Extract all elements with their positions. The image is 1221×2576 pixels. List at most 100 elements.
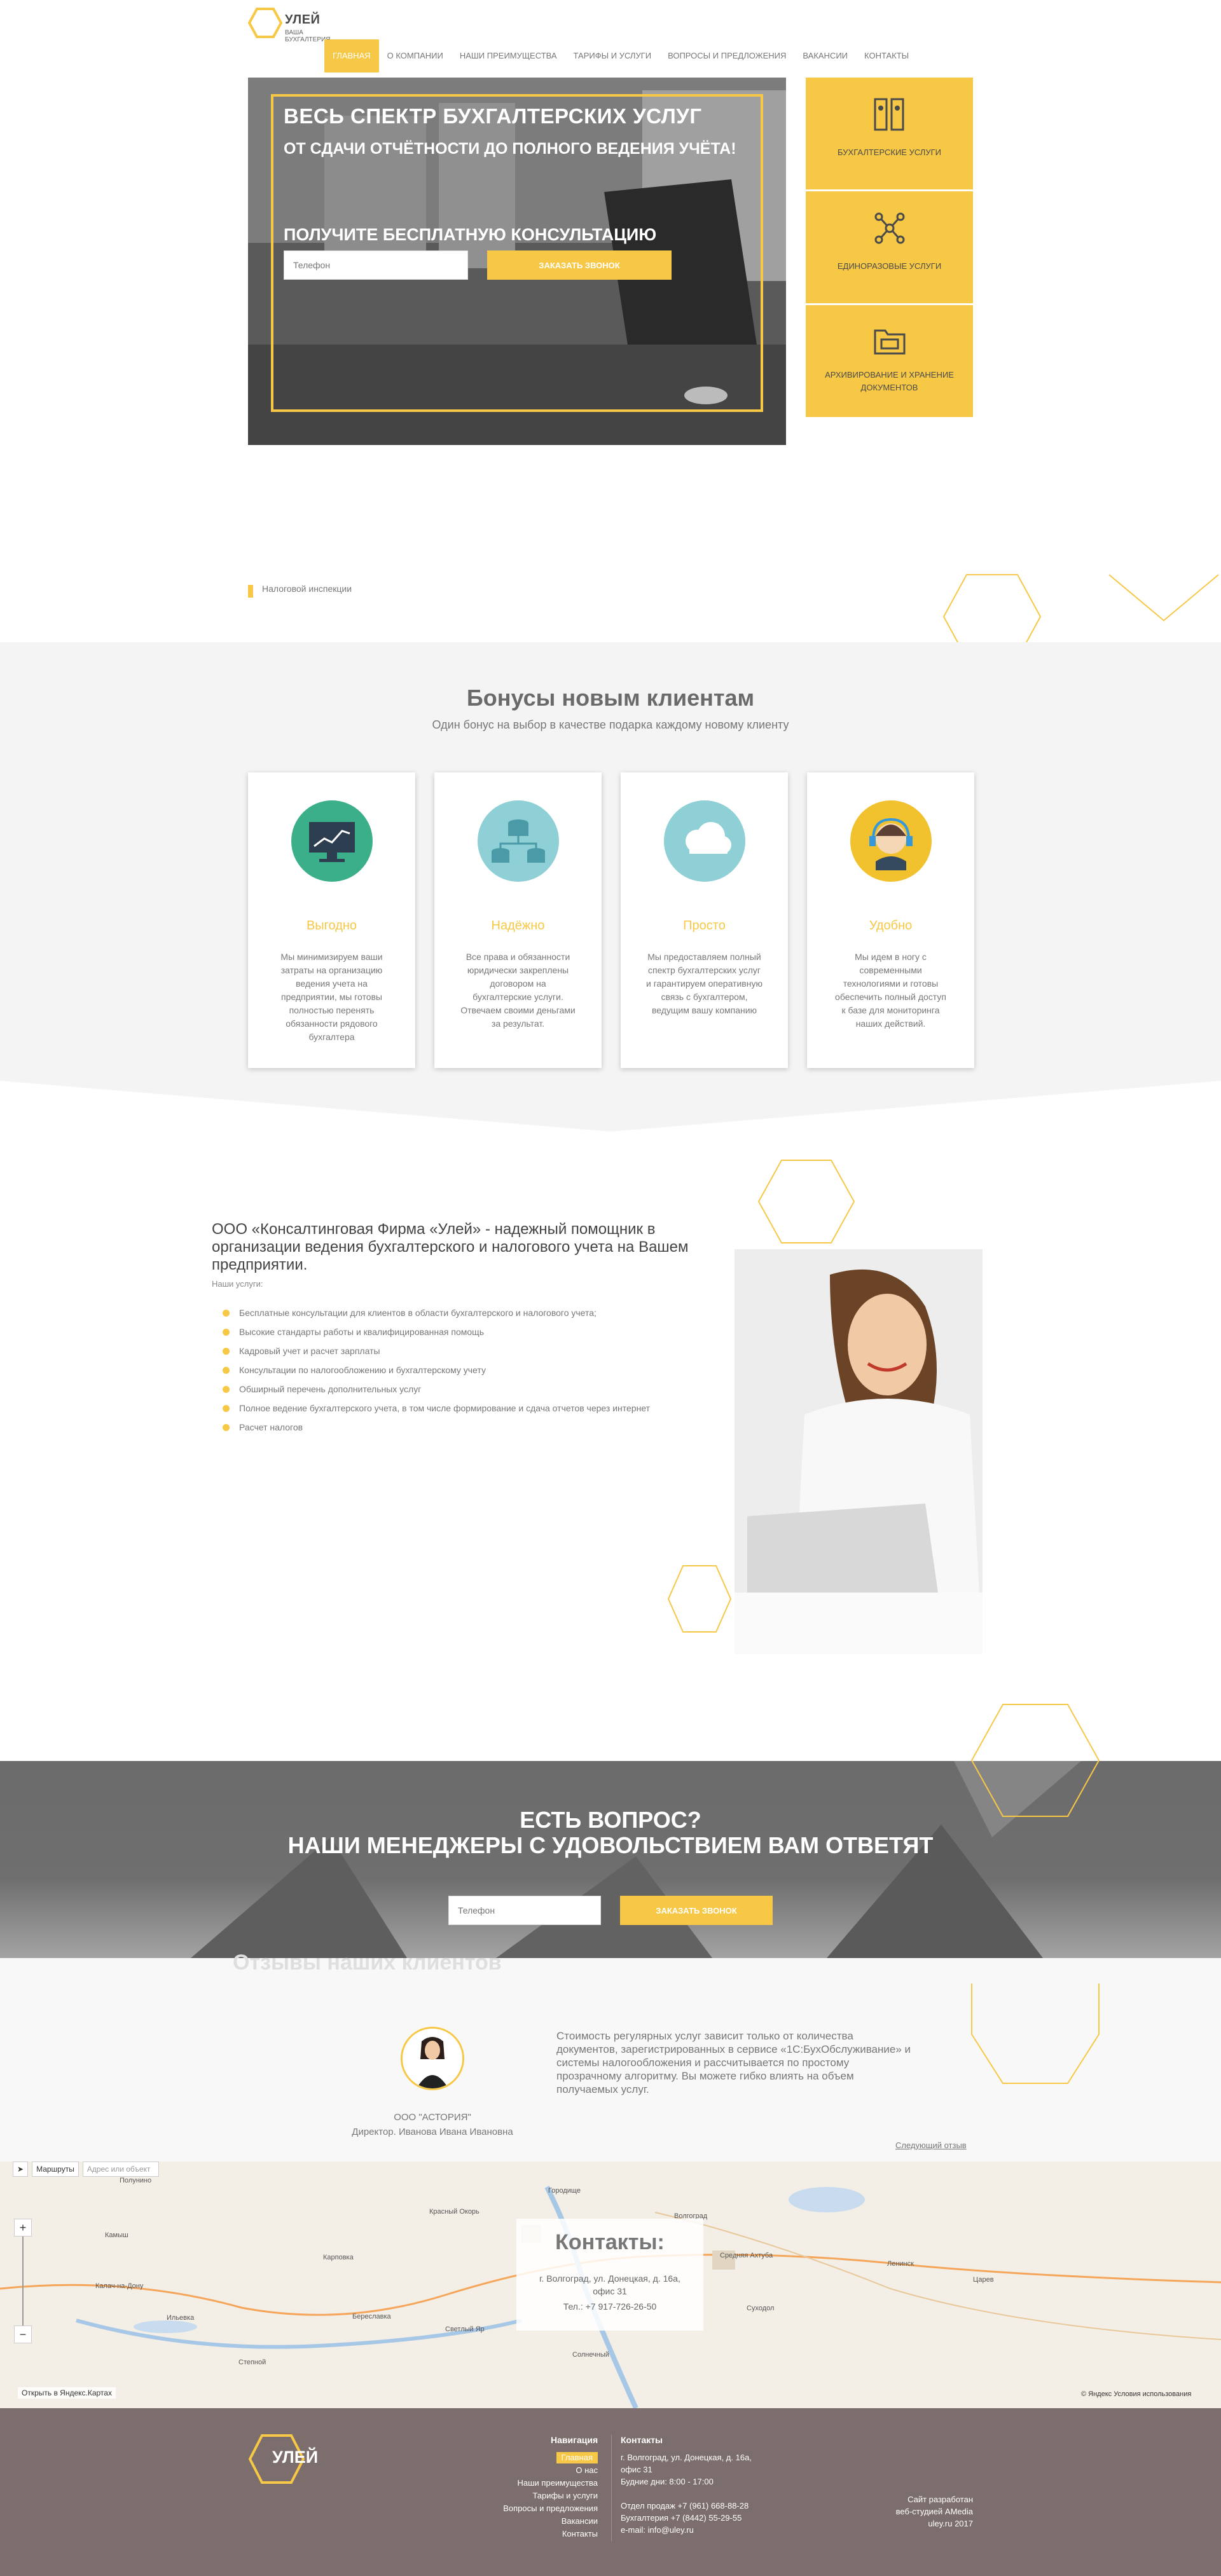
- reviewer-name: Директор. Иванова Ивана Ивановна: [352, 2127, 513, 2137]
- map-city-label: Ленинск: [887, 2260, 914, 2268]
- bonus-section: [0, 642, 1221, 1132]
- map-city-label: Карповка: [323, 2254, 354, 2261]
- bonus-card: Просто Мы предоставляем полный спектр бу…: [621, 772, 788, 1068]
- hero-banner: ВЕСЬ СПЕКТР БУХГАЛТЕРСКИХ УСЛУГ ОТ СДАЧИ…: [248, 78, 786, 445]
- map-copyright[interactable]: © Яндекс Условия использования: [1081, 2390, 1191, 2398]
- card-text: Все права и обязанности юридически закре…: [460, 952, 576, 1029]
- contact-card-title: Контакты:: [555, 2230, 665, 2254]
- hexagon-decor-icon: [667, 1565, 732, 1633]
- question-subtitle: НАШИ МЕНЕДЖЕРЫ С УДОВОЛЬСТВИЕМ ВАМ ОТВЕТ…: [287, 1832, 934, 1858]
- consultant-photo: [735, 1249, 983, 1654]
- open-in-yandex-link[interactable]: Открыть в Яндекс.Картах: [18, 2387, 116, 2399]
- map-address-input[interactable]: Адрес или объект: [82, 2162, 159, 2177]
- nav-advantages[interactable]: НАШИ ПРЕИМУЩЕСТВА: [452, 39, 565, 72]
- hexagon-decor-icon: [1108, 574, 1219, 622]
- bonus-card: Надёжно Все права и обязанности юридичес…: [434, 772, 602, 1068]
- reviewer-avatar: [401, 2027, 464, 2090]
- list-item: Консультации по налогообложению и бухгал…: [223, 1360, 650, 1380]
- footer-spacer: [621, 2488, 786, 2500]
- footer-sales-phone[interactable]: Отдел продаж +7 (961) 668-88-28: [621, 2500, 786, 2512]
- reviews-title: Отзывы наших клиентов: [233, 1950, 502, 1975]
- nav-contacts[interactable]: КОНТАКТЫ: [856, 39, 917, 72]
- card-text: Мы минимизируем ваши затраты на организа…: [280, 952, 383, 1042]
- footer-nav-home[interactable]: Главная: [556, 2452, 598, 2463]
- map-city-label: Средняя Ахтуба: [720, 2252, 773, 2259]
- map-city-label: Красный Окорь: [429, 2208, 479, 2216]
- map-city-label: Городище: [548, 2187, 581, 2195]
- footer-dev-line: Сайт разработан: [907, 2495, 973, 2504]
- map-zoom-control: + −: [14, 2219, 32, 2346]
- zoom-in-button[interactable]: +: [14, 2219, 32, 2237]
- card-text: Мы предоставляем полный спектр бухгалтер…: [646, 952, 762, 1015]
- footer-nav-title: Навигация: [551, 2435, 598, 2445]
- footer-nav-vacancies[interactable]: Вакансии: [471, 2515, 598, 2528]
- map-toolbar: ➤ Маршруты Адрес или объект: [13, 2162, 159, 2177]
- map-city-label: Царев: [973, 2276, 994, 2284]
- footer-nav-questions[interactable]: Вопросы и предложения: [471, 2502, 598, 2515]
- list-item: Высокие стандарты работы и квалифицирова…: [223, 1322, 650, 1341]
- footer-dev-copyright: uley.ru 2017: [928, 2519, 973, 2528]
- hero-cta-text: ПОЛУЧИТЕ БЕСПЛАТНУЮ КОНСУЛЬТАЦИЮ: [284, 225, 657, 244]
- tile-label: БУХГАЛТЕРСКИЕ УСЛУГИ: [838, 147, 941, 157]
- question-callback-button[interactable]: ЗАКАЗАТЬ ЗВОНОК: [620, 1896, 773, 1925]
- bonus-card: Удобно Мы идем в ногу с современными тех…: [807, 772, 974, 1068]
- footer-divider: [611, 2435, 612, 2542]
- hero-phone-input[interactable]: [284, 250, 468, 280]
- bonus-subtitle: Один бонус на выбор в качестве подарка к…: [432, 718, 789, 731]
- hexagon-decor-icon: [970, 1704, 1100, 1817]
- logo[interactable]: УЛЕЙ ВАША БУХГАЛТЕРИЯ: [248, 5, 350, 43]
- footer-address: г. Волгоград, ул. Донецкая, д. 16а,: [621, 2453, 752, 2462]
- tile-label: ЕДИНОРАЗОВЫЕ УСЛУГИ: [837, 261, 942, 271]
- tile-one-time-services[interactable]: ЕДИНОРАЗОВЫЕ УСЛУГИ: [806, 191, 973, 303]
- map-routes-button[interactable]: Маршруты: [32, 2162, 79, 2177]
- map-city-label: Камыш: [105, 2231, 128, 2239]
- nav-vacancies[interactable]: ВАКАНСИИ: [794, 39, 856, 72]
- services-list: Бесплатные консультации для клиентов в о…: [223, 1303, 650, 1437]
- logo-title: УЛЕЙ: [285, 13, 321, 27]
- footer-nav-tariffs[interactable]: Тарифы и услуги: [471, 2490, 598, 2502]
- card-title: Удобно: [869, 919, 913, 933]
- footer-nav-contacts[interactable]: Контакты: [471, 2528, 598, 2540]
- footer-accounting-phone[interactable]: Бухгалтерия +7 (8442) 55-29-55: [621, 2512, 786, 2524]
- map-city-label: Суходол: [747, 2305, 775, 2312]
- next-review-link[interactable]: Следующий отзыв: [895, 2141, 967, 2150]
- network-icon: [874, 212, 904, 244]
- list-item: Бесплатные консультации для клиентов в о…: [223, 1303, 650, 1322]
- map-city-label: Калач-на-Дону: [95, 2282, 144, 2290]
- hero-title: ВЕСЬ СПЕКТР БУХГАЛТЕРСКИХ УСЛУГ: [284, 104, 702, 128]
- hexagon-decor-icon: [971, 1983, 1100, 2084]
- list-item: Расчет налогов: [223, 1418, 650, 1437]
- map-city-label: Солнечный: [572, 2351, 609, 2359]
- footer-nav-about[interactable]: О нас: [471, 2464, 598, 2477]
- footer-hours: Будние дни: 8:00 - 17:00: [621, 2477, 714, 2486]
- footer-nav-advantages[interactable]: Наши преимущества: [471, 2477, 598, 2490]
- tile-archiving[interactable]: АРХИВИРОВАНИЕ И ХРАНЕНИЕ ДОКУМЕНТОВ: [806, 305, 973, 417]
- tile-accounting-services[interactable]: БУХГАЛТЕРСКИЕ УСЛУГИ: [806, 78, 973, 189]
- tax-inspection-item: Налоговой инспекции: [262, 584, 352, 594]
- contact-card-phone: Тел.: +7 917-726-26-50: [563, 2301, 657, 2312]
- map-city-label: Береславка: [352, 2313, 391, 2320]
- monitor-chart-icon: [291, 800, 373, 882]
- card-title: Выгодно: [306, 919, 357, 933]
- zoom-out-button[interactable]: −: [14, 2326, 32, 2343]
- nav-tariffs[interactable]: ТАРИФЫ И УСЛУГИ: [565, 39, 660, 72]
- reviewer-company: ООО "АСТОРИЯ": [394, 2112, 471, 2123]
- card-title: Просто: [683, 919, 726, 933]
- hero-callback-button[interactable]: ЗАКАЗАТЬ ЗВОНОК: [487, 250, 672, 280]
- footer-email[interactable]: e-mail: info@uley.ru: [621, 2524, 786, 2536]
- list-item: Полное ведение бухгалтерского учета, в т…: [223, 1399, 650, 1418]
- question-phone-input[interactable]: [448, 1896, 601, 1925]
- main-nav: ГЛАВНАЯ О КОМПАНИИ НАШИ ПРЕИМУЩЕСТВА ТАР…: [324, 39, 917, 72]
- nav-questions[interactable]: ВОПРОСЫ И ПРЕДЛОЖЕНИЯ: [659, 39, 794, 72]
- zoom-slider[interactable]: [22, 2237, 24, 2326]
- footer-logo[interactable]: УЛЕЙ: [248, 2434, 356, 2491]
- nav-about[interactable]: О КОМПАНИИ: [379, 39, 452, 72]
- list-bullet: [248, 585, 253, 598]
- footer-dev-studio[interactable]: веб-студией AMedia: [846, 2505, 973, 2518]
- footer-nav: Главная О нас Наши преимущества Тарифы и…: [471, 2451, 598, 2540]
- map-locate-button[interactable]: ➤: [13, 2162, 29, 2177]
- contact-card-address: г. Волгоград, ул. Донецкая, д. 16а, офис…: [539, 2273, 680, 2296]
- nav-home[interactable]: ГЛАВНАЯ: [324, 39, 379, 72]
- about-title: ООО «Консалтинговая Фирма «Улей» - надеж…: [212, 1221, 689, 1273]
- footer-contacts: г. Волгоград, ул. Донецкая, д. 16а, офис…: [621, 2451, 786, 2536]
